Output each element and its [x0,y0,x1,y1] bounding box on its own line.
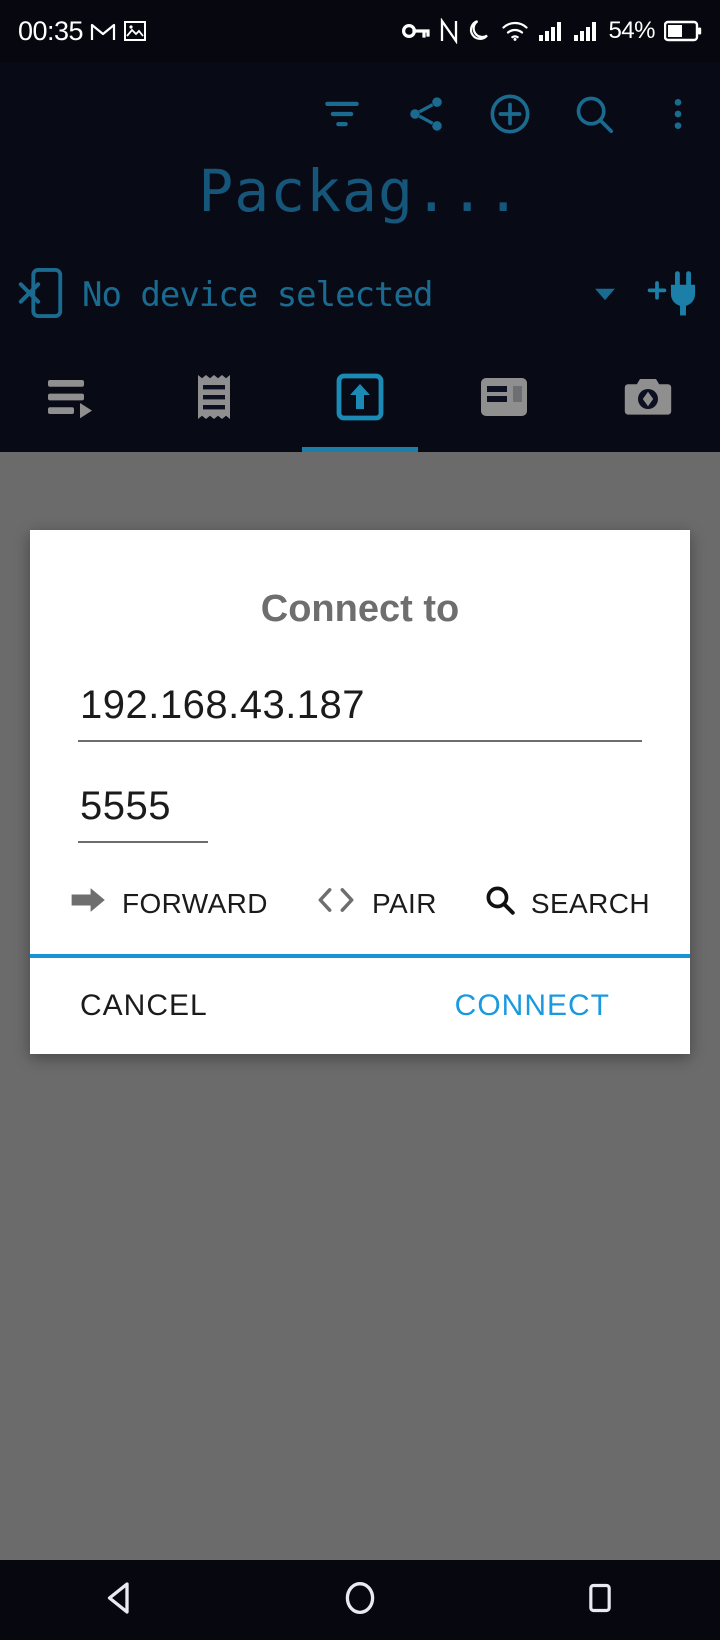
tab-logs[interactable] [144,342,288,452]
battery-icon [664,20,702,42]
page-title: Packag... [198,157,522,225]
host-field-underline [78,740,642,742]
photo-icon [123,19,147,43]
signal-sim1-icon [538,20,564,42]
status-bar-left: 00:35 [18,16,147,47]
host-field[interactable]: 192.168.43.187 [78,683,642,742]
phone-disconnected-icon [16,264,66,327]
tab-install[interactable] [288,342,432,452]
cancel-button[interactable]: CANCEL [80,989,208,1023]
wifi-icon [501,20,529,42]
pair-button[interactable]: PAIR [314,885,437,922]
dialog-action-row: FORWARD PAIR SEARCH [30,843,690,954]
tab-screenshot[interactable] [576,342,720,452]
host-input[interactable]: 192.168.43.187 [78,683,642,740]
connect-dialog: Connect to 192.168.43.187 5555 FORWARD P… [30,530,690,1054]
search-button[interactable]: SEARCH [483,883,650,924]
tab-files[interactable] [432,342,576,452]
status-bar: 00:35 54% [0,0,720,62]
connect-button[interactable]: CONNECT [455,989,610,1023]
port-field[interactable]: 5555 [78,784,642,843]
add-plug-icon[interactable] [642,269,698,321]
back-triangle-icon [99,1577,141,1624]
device-selector-label: No device selected [82,275,433,315]
filter-icon[interactable] [314,86,370,142]
dialog-body: 192.168.43.187 5555 [30,683,690,843]
dialog-title: Connect to [260,588,460,630]
app-bar: Packag... [0,62,720,252]
overflow-menu-icon[interactable] [650,86,706,142]
app-bar-actions [314,86,706,142]
gmail-icon [90,20,116,42]
code-brackets-icon [314,885,358,922]
home-button[interactable] [240,1577,480,1624]
app-window: Packag... No device selected [0,62,720,452]
nfc-icon [439,18,459,44]
tab-bar [0,342,720,452]
port-field-underline [78,841,208,843]
status-bar-right: 54% [402,17,702,45]
pair-button-label: PAIR [371,887,437,919]
device-selector[interactable]: No device selected [0,254,720,336]
phone-screen: 00:35 54% Packag... No device selected C… [0,0,720,1640]
add-circle-icon[interactable] [482,86,538,142]
battery-percent-label: 54% [608,17,655,44]
vpn-key-icon [402,21,431,41]
signal-sim2-icon [573,20,599,42]
home-circle-icon [339,1577,381,1624]
do-not-disturb-icon [468,18,492,44]
share-icon[interactable] [398,86,454,142]
recents-button[interactable] [480,1578,720,1623]
back-button[interactable] [0,1577,240,1624]
tab-commands[interactable] [0,342,144,452]
status-bar-clock: 00:35 [18,15,84,46]
chevron-down-icon[interactable] [588,276,622,315]
dialog-footer: CANCEL CONNECT [30,958,690,1054]
search-icon [483,883,517,924]
search-icon[interactable] [566,86,622,142]
search-button-label: SEARCH [530,887,650,919]
forward-button-label: FORWARD [122,887,268,919]
system-navigation-bar [0,1560,720,1640]
forward-button[interactable]: FORWARD [70,885,268,922]
arrow-forward-icon [70,885,108,922]
port-input[interactable]: 5555 [78,784,642,841]
recents-square-icon [580,1578,620,1623]
